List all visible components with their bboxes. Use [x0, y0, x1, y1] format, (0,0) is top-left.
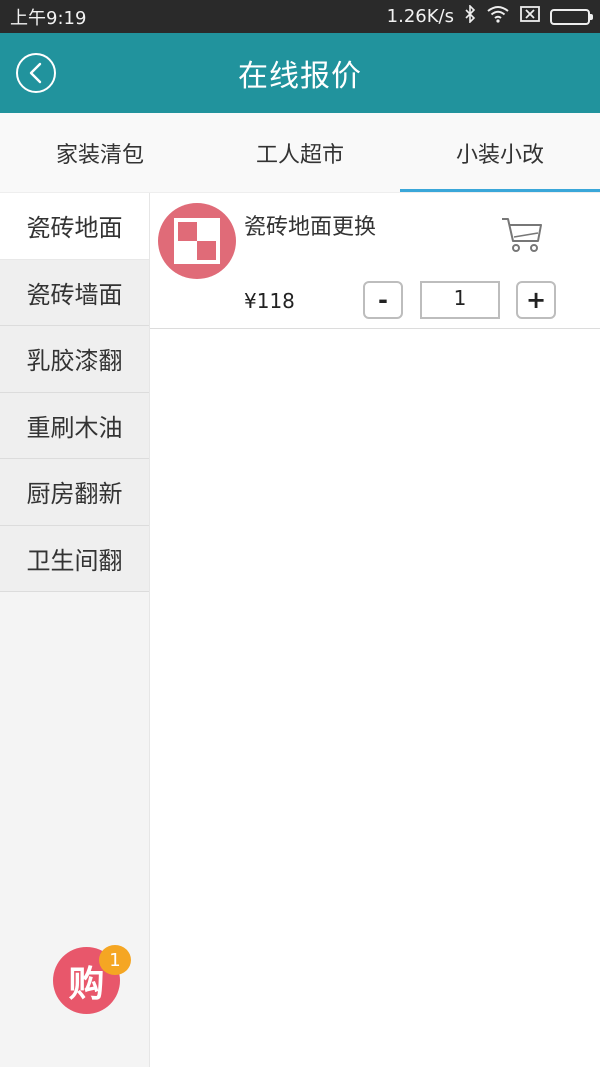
sidebar-item-latex-paint[interactable]: 乳胶漆翻 — [0, 326, 149, 393]
tab-jiazhuang[interactable]: 家装清包 — [0, 113, 200, 192]
sidebar-item-tile-floor[interactable]: 瓷砖地面 — [0, 193, 149, 260]
sidebar: 瓷砖地面 瓷砖墙面 乳胶漆翻 重刷木油 厨房翻新 卫生间翻 — [0, 193, 150, 1067]
status-bar: 上午9:19 1.26K/s — [0, 0, 600, 33]
category-tabs: 家装清包 工人超市 小装小改 — [0, 113, 600, 193]
sidebar-item-label: 厨房翻新 — [26, 480, 123, 509]
sidebar-item-bathroom[interactable]: 卫生间翻 — [0, 525, 149, 592]
sidebar-item-tile-wall[interactable]: 瓷砖墙面 — [0, 259, 149, 326]
add-to-cart-button[interactable] — [500, 215, 544, 255]
increase-quantity-button[interactable]: + — [516, 281, 556, 319]
sidebar-item-wood-oil[interactable]: 重刷木油 — [0, 392, 149, 459]
tile-icon — [158, 203, 236, 279]
back-button[interactable] — [16, 53, 56, 93]
tab-label: 工人超市 — [255, 142, 344, 168]
sidebar-item-label: 瓷砖地面 — [26, 214, 123, 243]
quantity-input[interactable] — [420, 281, 500, 319]
product-name: 瓷砖地面更换 — [244, 215, 377, 240]
back-chevron-icon — [29, 62, 42, 84]
tab-label: 小装小改 — [455, 142, 544, 168]
no-sim-icon — [520, 6, 540, 27]
battery-icon — [550, 8, 593, 25]
bluetooth-icon — [464, 4, 476, 28]
sidebar-item-label: 重刷木油 — [26, 413, 123, 442]
tab-small-renovation[interactable]: 小装小改 — [400, 113, 600, 192]
product-price: ¥118 — [244, 289, 295, 313]
tab-worker-market[interactable]: 工人超市 — [200, 113, 400, 192]
status-right: 1.26K/s — [386, 4, 593, 28]
wifi-icon — [486, 5, 510, 28]
cart-icon — [502, 218, 542, 252]
sidebar-item-label: 卫生间翻 — [26, 546, 123, 575]
list-item: 瓷砖地面更换 ¥118 - + — [150, 193, 600, 329]
page-title: 在线报价 — [238, 59, 362, 94]
app-header: 在线报价 — [0, 33, 600, 113]
cart-count: 1 — [109, 949, 121, 971]
sidebar-item-kitchen[interactable]: 厨房翻新 — [0, 459, 149, 526]
status-time: 上午9:19 — [10, 7, 87, 29]
sidebar-item-label: 瓷砖墙面 — [26, 280, 123, 309]
product-list: 瓷砖地面更换 ¥118 - + — [150, 193, 600, 1067]
cart-count-badge: 1 — [99, 945, 131, 975]
sidebar-item-label: 乳胶漆翻 — [26, 347, 123, 376]
decrease-quantity-button[interactable]: - — [363, 281, 403, 319]
network-speed: 1.26K/s — [386, 6, 454, 27]
tab-label: 家装清包 — [55, 142, 144, 168]
